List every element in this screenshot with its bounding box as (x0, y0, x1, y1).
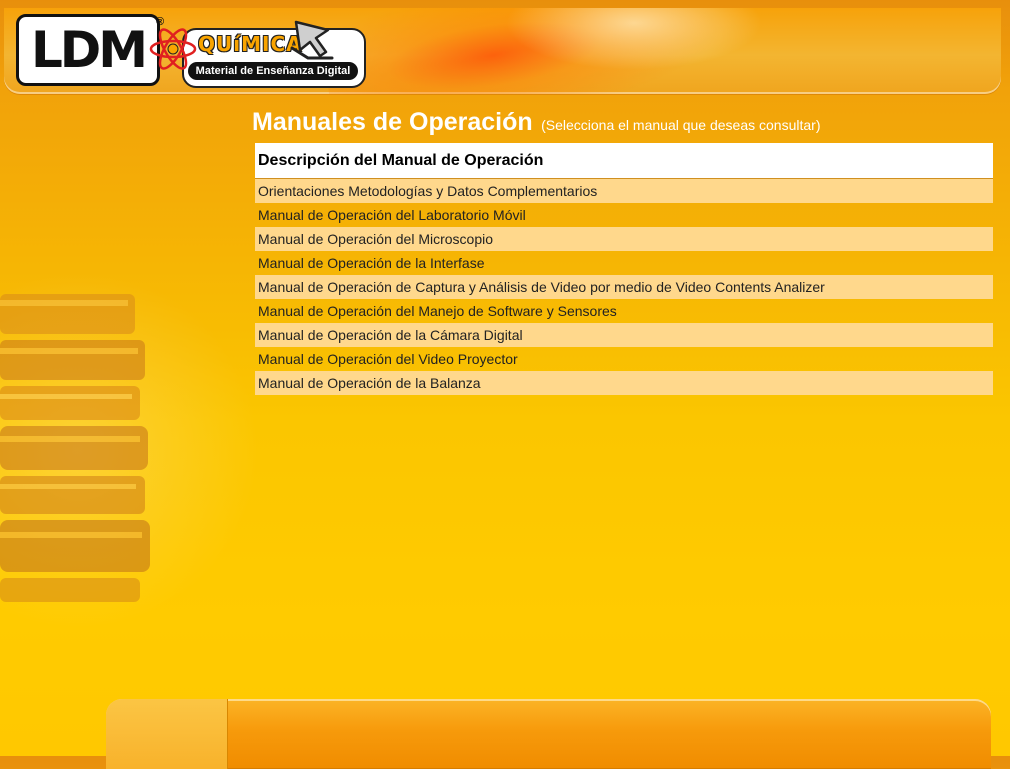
manual-link-video-proyector[interactable]: Manual de Operación del Video Proyector (255, 347, 993, 371)
page-title: Manuales de Operación (252, 108, 533, 136)
manual-link-captura-video[interactable]: Manual de Operación de Captura y Análisi… (255, 275, 993, 299)
page-heading: Manuales de Operación (Selecciona el man… (252, 108, 820, 137)
manual-link-interfase[interactable]: Manual de Operación de la Interfase (255, 251, 993, 275)
page-subtitle: (Selecciona el manual que deseas consult… (541, 117, 821, 133)
manuals-table: Descripción del Manual de Operación Orie… (255, 143, 993, 395)
ldm-logo-text: LDM (16, 14, 160, 86)
books-illustration (0, 294, 150, 602)
footer-left-panel (106, 699, 228, 769)
tagline: Material de Enseñanza Digital (188, 62, 358, 80)
site-footer (106, 699, 991, 769)
pointer-cursor-icon (290, 20, 334, 60)
manual-link-software-sensores[interactable]: Manual de Operación del Manejo de Softwa… (255, 299, 993, 323)
header-glow-decoration (484, 8, 784, 78)
table-header: Descripción del Manual de Operación (255, 143, 993, 179)
manual-link-camara-digital[interactable]: Manual de Operación de la Cámara Digital (255, 323, 993, 347)
manual-link-microscopio[interactable]: Manual de Operación del Microscopio (255, 227, 993, 251)
manual-link-balanza[interactable]: Manual de Operación de la Balanza (255, 371, 993, 395)
site-header: LDM ® QUíMICA Material de Enseñanza Digi… (4, 8, 1001, 94)
quimica-brand-word: QUíMICA (198, 32, 303, 56)
manual-link-laboratorio-movil[interactable]: Manual de Operación del Laboratorio Móvi… (255, 203, 993, 227)
manual-link-orientaciones[interactable]: Orientaciones Metodologías y Datos Compl… (255, 179, 993, 203)
